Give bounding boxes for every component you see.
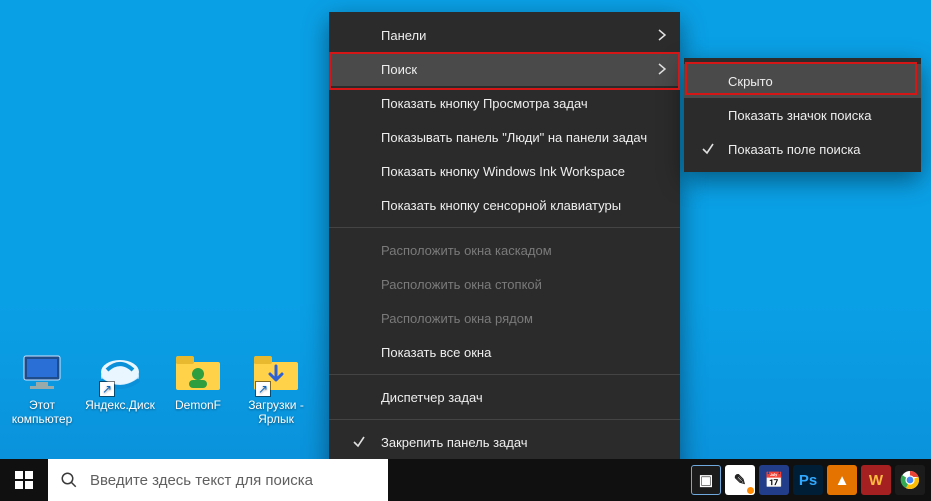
menu-separator bbox=[329, 374, 680, 375]
menu-item-label: Показать кнопку сенсорной клавиатуры bbox=[381, 198, 621, 213]
editor-icon[interactable]: ✎ bbox=[725, 465, 755, 495]
taskbar: Введите здесь текст для поиска ▣✎📅Ps▲W bbox=[0, 459, 931, 501]
menu-separator bbox=[329, 227, 680, 228]
menu-item-label: Показать кнопку Windows Ink Workspace bbox=[381, 164, 625, 179]
submenu-item[interactable]: Показать значок поиска bbox=[684, 98, 921, 132]
virtualbox-icon[interactable]: ▣ bbox=[691, 465, 721, 495]
desktop-icon[interactable]: DemonF bbox=[160, 348, 236, 426]
vlc-icon[interactable]: ▲ bbox=[827, 465, 857, 495]
menu-item-label: Панели bbox=[381, 28, 426, 43]
menu-item[interactable]: Показать кнопку сенсорной клавиатуры bbox=[329, 188, 680, 222]
menu-item[interactable]: Показать все окна bbox=[329, 335, 680, 369]
menu-item: Расположить окна рядом bbox=[329, 301, 680, 335]
menu-item-label: Поиск bbox=[381, 62, 417, 77]
menu-item-label: Закрепить панель задач bbox=[381, 435, 528, 450]
chrome-icon[interactable] bbox=[895, 465, 925, 495]
windows-logo-icon bbox=[15, 471, 33, 489]
chrome-logo-icon bbox=[900, 470, 920, 490]
menu-item-label: Расположить окна стопкой bbox=[381, 277, 542, 292]
desktop-icon-label: Яндекс.Диск bbox=[85, 398, 155, 412]
chevron-right-icon bbox=[658, 29, 666, 41]
desktop-icons: Этот компьютер ↗ Яндекс.Диск DemonF ↗ Загрузк… bbox=[4, 348, 314, 426]
submenu-item[interactable]: Показать поле поиска bbox=[684, 132, 921, 166]
menu-item[interactable]: Показать кнопку Просмотра задач bbox=[329, 86, 680, 120]
desktop-icon-label: Этот компьютер bbox=[4, 398, 80, 426]
menu-item[interactable]: Панели bbox=[329, 18, 680, 52]
menu-item-label: Показать кнопку Просмотра задач bbox=[381, 96, 588, 111]
menu-item-label: Показывать панель "Люди" на панели задач bbox=[381, 130, 647, 145]
taskbar-context-menu: Панели Поиск Показать кнопку Просмотра зад… bbox=[329, 12, 680, 499]
photoshop-icon[interactable]: Ps bbox=[793, 465, 823, 495]
notification-dot-icon bbox=[747, 487, 754, 494]
submenu-item-label: Показать значок поиска bbox=[728, 108, 872, 123]
menu-item: Расположить окна каскадом bbox=[329, 233, 680, 267]
desktop-icon-label: Загрузки - Ярлык bbox=[238, 398, 314, 426]
submenu-item-label: Скрыто bbox=[728, 74, 773, 89]
submenu-item-label: Показать поле поиска bbox=[728, 142, 861, 157]
search-placeholder: Введите здесь текст для поиска bbox=[90, 472, 313, 489]
menu-item[interactable]: Диспетчер задач bbox=[329, 380, 680, 414]
menu-item[interactable]: Показывать панель "Люди" на панели задач bbox=[329, 120, 680, 154]
submenu-item[interactable]: Скрыто bbox=[684, 64, 921, 98]
menu-item[interactable]: Поиск bbox=[329, 52, 680, 86]
shortcut-badge-icon: ↗ bbox=[100, 382, 114, 396]
desktop-icon-image bbox=[18, 348, 66, 396]
desktop-icon-image bbox=[174, 348, 222, 396]
start-button[interactable] bbox=[0, 459, 48, 501]
search-submenu: Скрыто Показать значок поиска Показать пол… bbox=[684, 58, 921, 172]
check-icon bbox=[700, 141, 716, 157]
menu-item[interactable]: Показать кнопку Windows Ink Workspace bbox=[329, 154, 680, 188]
desktop-icon-image: ↗ bbox=[252, 348, 300, 396]
scheduler-icon[interactable]: 📅 bbox=[759, 465, 789, 495]
desktop-icon[interactable]: Этот компьютер bbox=[4, 348, 80, 426]
shortcut-badge-icon: ↗ bbox=[256, 382, 270, 396]
winamp-icon[interactable]: W bbox=[861, 465, 891, 495]
desktop-icon-label: DemonF bbox=[175, 398, 221, 412]
desktop-icon[interactable]: ↗ Яндекс.Диск bbox=[82, 348, 158, 426]
chevron-right-icon bbox=[658, 63, 666, 75]
check-icon bbox=[351, 434, 367, 450]
menu-item-label: Диспетчер задач bbox=[381, 390, 483, 405]
menu-item-label: Расположить окна рядом bbox=[381, 311, 533, 326]
menu-item[interactable]: Закрепить панель задач bbox=[329, 425, 680, 459]
menu-separator bbox=[329, 419, 680, 420]
desktop-icon-image: ↗ bbox=[96, 348, 144, 396]
search-icon bbox=[60, 471, 78, 489]
taskbar-pinned-apps: ▣✎📅Ps▲W bbox=[691, 459, 931, 501]
desktop-icon[interactable]: ↗ Загрузки - Ярлык bbox=[238, 348, 314, 426]
menu-item-label: Показать все окна bbox=[381, 345, 491, 360]
menu-item: Расположить окна стопкой bbox=[329, 267, 680, 301]
search-box[interactable]: Введите здесь текст для поиска bbox=[48, 459, 388, 501]
menu-item-label: Расположить окна каскадом bbox=[381, 243, 552, 258]
